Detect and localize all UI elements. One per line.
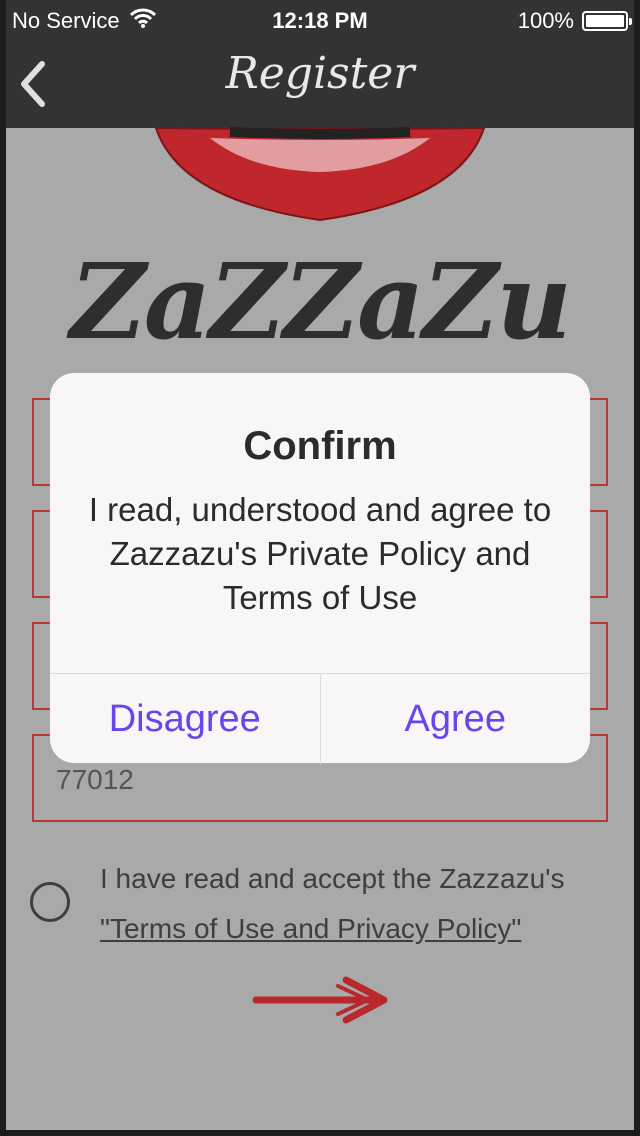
dialog-message: I read, understood and agree to Zazzazu'…	[88, 491, 552, 616]
battery-icon	[582, 11, 632, 31]
dialog-buttons: Disagree Agree	[50, 673, 590, 764]
terms-radio[interactable]	[30, 882, 70, 922]
disagree-button[interactable]: Disagree	[50, 674, 321, 764]
next-arrow-button[interactable]	[250, 972, 390, 1028]
lips-logo-icon	[150, 120, 490, 230]
terms-link[interactable]: "Terms of Use and Privacy Policy"	[100, 904, 620, 954]
page-title: Register	[225, 48, 415, 99]
battery-percent: 100%	[517, 8, 574, 33]
agree-button[interactable]: Agree	[321, 674, 591, 764]
zip-value: 77012	[56, 764, 134, 795]
brand-name: ZaZZaZu	[69, 240, 572, 363]
dialog-title: Confirm	[243, 424, 397, 468]
terms-text: I have read and accept the Zazzazu's	[100, 863, 565, 894]
status-right: 100%	[517, 8, 632, 34]
top-bar: No Service 12:18 PM 100% Register	[0, 0, 640, 128]
terms-block: I have read and accept the Zazzazu's "Te…	[100, 854, 620, 954]
arrow-right-icon	[252, 976, 388, 1024]
status-bar: No Service 12:18 PM 100%	[0, 6, 640, 38]
